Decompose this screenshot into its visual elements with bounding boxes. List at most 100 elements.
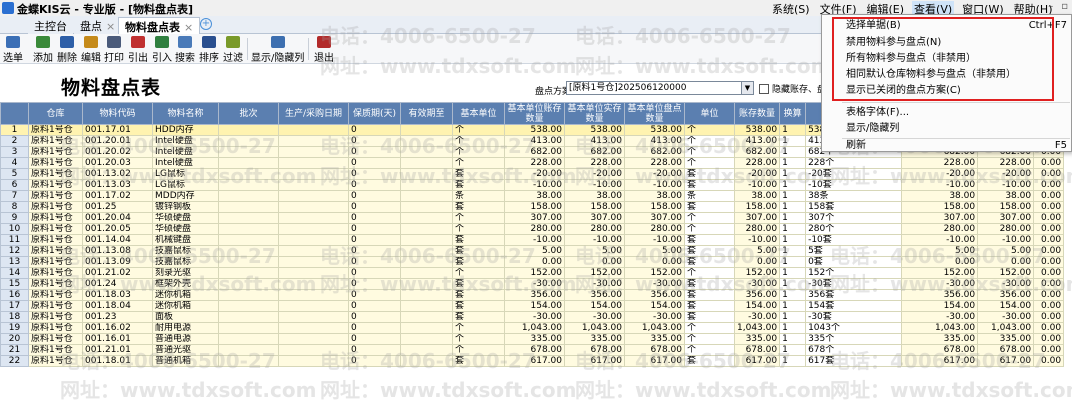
row-number[interactable]: 17 — [0, 300, 29, 312]
row-number[interactable]: 5 — [0, 168, 29, 180]
row-number[interactable]: 13 — [0, 256, 29, 268]
row-number[interactable]: 10 — [0, 223, 29, 235]
row-number[interactable]: 19 — [0, 322, 29, 334]
column-header[interactable]: 基本单位账存数量 — [504, 102, 565, 125]
import-button[interactable]: 引入 — [152, 36, 172, 64]
row-number[interactable]: 21 — [0, 344, 29, 356]
row-number[interactable]: 7 — [0, 190, 29, 202]
table-row[interactable]: 6 原料1号仓 001.13.03 LG鼠标 0 套 -10.00 -10.00 -10.00 套… — [0, 179, 1065, 191]
menu-item-refresh[interactable]: 刷新 F5 — [822, 138, 1071, 153]
close-icon[interactable]: × — [184, 21, 193, 34]
column-header[interactable]: 换算 — [779, 102, 807, 125]
table-row[interactable]: 13 原料1号仓 001.13.09 技嘉鼠标 0 套 0.00 0.00 0.00 套 0.00 1… — [0, 256, 1065, 268]
row-number[interactable]: 3 — [0, 146, 29, 158]
table-cell: 538.00 — [624, 124, 685, 136]
table-row[interactable]: 21 原料1号仓 001.21.01 普通光驱 0 个 678.00 678.00 678.00… — [0, 344, 1065, 356]
table-cell: 个 — [684, 267, 735, 279]
row-number[interactable]: 2 — [0, 135, 29, 147]
checkbox-box[interactable] — [759, 83, 769, 94]
table-cell: 001.17.01 — [82, 124, 153, 136]
table-row[interactable]: 4 原料1号仓 001.20.03 Intel硬盘 0 个 228.00 228.00 228.… — [0, 157, 1065, 169]
table-cell: 152.00 — [504, 267, 565, 279]
show-hide-columns-button[interactable]: 显示/隐藏列 — [251, 36, 304, 64]
table-row[interactable]: 8 原料1号仓 001.25 镀锌钢板 0 套 158.00 158.00 158.00 套 158… — [0, 201, 1065, 213]
row-number[interactable]: 6 — [0, 179, 29, 191]
table-cell: 682.00 — [624, 146, 685, 158]
table-cell — [400, 223, 453, 235]
print-button[interactable]: 打印 — [104, 36, 124, 64]
table-row[interactable]: 15 原料1号仓 001.24 框架外壳 0 套 -30.00 -30.00 -30.00 套 -3… — [0, 278, 1065, 290]
add-button[interactable]: 添加 — [33, 36, 53, 64]
table-row[interactable]: 11 原料1号仓 001.14.04 机械键盘 0 套 -10.00 -10.00 -10.00… — [0, 234, 1065, 246]
tab-main-console[interactable]: 主控台 — [28, 17, 73, 34]
table-row[interactable]: 12 原料1号仓 001.13.08 技嘉鼠标 0 套 5.00 5.00 5.00 套 5.00 1… — [0, 245, 1065, 257]
search-button[interactable]: 搜索 — [175, 36, 195, 64]
table-row[interactable]: 16 原料1号仓 001.18.03 迷你机箱 0 套 356.00 356.00 356.00… — [0, 289, 1065, 301]
column-header[interactable]: 仓库 — [28, 102, 83, 125]
column-header[interactable]: 基本单位盘点数量 — [624, 102, 685, 125]
table-cell: HDD内存 — [152, 124, 219, 136]
row-number[interactable]: 20 — [0, 333, 29, 345]
restore-icon[interactable]: ▫ — [1061, 1, 1068, 12]
row-number[interactable]: 9 — [0, 212, 29, 224]
tab-material-stocktake[interactable]: 物料盘点表 × — [118, 17, 201, 34]
table-row[interactable]: 19 原料1号仓 001.16.02 耐用电源 0 个 1,043.00 1,043.00 1,… — [0, 322, 1065, 334]
filter-button[interactable]: 过滤 — [223, 36, 243, 64]
table-cell: 001.13.02 — [82, 168, 153, 180]
table-row[interactable]: 14 原料1号仓 001.21.02 刻录光驱 0 个 152.00 152.00 152.00… — [0, 267, 1065, 279]
table-row[interactable]: 18 原料1号仓 001.23 面板 0 套 -30.00 -30.00 -30.00 套 -30.… — [0, 311, 1065, 323]
column-header[interactable]: 生产/采购日期 — [278, 102, 349, 125]
plan-select[interactable]: [原料1号仓]202506120000 ▼ — [566, 81, 754, 95]
row-number[interactable]: 16 — [0, 289, 29, 301]
chevron-down-icon[interactable]: ▼ — [741, 82, 753, 94]
table-row[interactable]: 17 原料1号仓 001.18.04 迷你机箱 0 套 154.00 154.00 154.00… — [0, 300, 1065, 312]
column-header[interactable]: 有效期至 — [400, 102, 453, 125]
menu-item-table-font[interactable]: 表格字体(F)... — [822, 105, 1071, 120]
table-cell: 307个 — [805, 212, 903, 224]
column-header[interactable]: 物料名称 — [152, 102, 219, 125]
tab-stocktake[interactable]: 盘点 × — [74, 17, 122, 34]
table-row[interactable]: 20 原料1号仓 001.16.01 普通电源 0 个 335.00 335.00 335.00… — [0, 333, 1065, 345]
table-cell — [218, 168, 279, 180]
table-cell: 原料1号仓 — [28, 234, 83, 246]
column-header[interactable]: 单位 — [684, 102, 735, 125]
column-header[interactable]: 基本单位 — [452, 102, 505, 125]
add-tab-icon[interactable]: + — [200, 18, 212, 30]
column-header[interactable]: 物料代码 — [82, 102, 153, 125]
exit-button[interactable]: 退出 — [314, 36, 334, 64]
row-number[interactable]: 22 — [0, 355, 29, 367]
sort-button[interactable]: 排序 — [199, 36, 219, 64]
select-bill-button[interactable]: 选单 — [3, 36, 23, 64]
close-icon[interactable]: × — [106, 20, 115, 33]
export-button[interactable]: 引出 — [128, 36, 148, 64]
column-header[interactable] — [0, 102, 29, 125]
table-cell: 套 — [452, 355, 505, 367]
table-row[interactable]: 10 原料1号仓 001.20.05 华硕硬盘 0 个 280.00 280.00 280.00… — [0, 223, 1065, 235]
column-header[interactable]: 批次 — [218, 102, 279, 125]
row-number[interactable]: 11 — [0, 234, 29, 246]
column-header[interactable]: 基本单位实存数量 — [564, 102, 625, 125]
delete-button[interactable]: 删除 — [57, 36, 77, 64]
row-number[interactable]: 1 — [0, 124, 29, 136]
table-row[interactable]: 22 原料1号仓 001.18.01 普通机箱 0 套 617.00 617.00 617.00… — [0, 355, 1065, 367]
row-number[interactable]: 8 — [0, 201, 29, 213]
table-row[interactable]: 5 原料1号仓 001.13.02 LG鼠标 0 套 -20.00 -20.00 -20.00 套… — [0, 168, 1065, 180]
table-row[interactable]: 7 原料1号仓 001.17.02 MDD内存 0 条 38.00 38.00 38.00 条 38… — [0, 190, 1065, 202]
row-number[interactable]: 15 — [0, 278, 29, 290]
row-number[interactable]: 4 — [0, 157, 29, 169]
column-header[interactable]: 保质期(天) — [348, 102, 401, 125]
table-cell: 617.00 — [564, 355, 625, 367]
minimize-icon[interactable]: – — [1048, 1, 1053, 12]
table-cell: -10.00 — [901, 179, 979, 191]
table-row[interactable]: 9 原料1号仓 001.20.04 华硕硬盘 0 个 307.00 307.00 307.00 个… — [0, 212, 1065, 224]
table-cell: 1 — [779, 344, 807, 356]
menu-item-show-hide-columns[interactable]: 显示/隐藏列 — [822, 121, 1071, 136]
menu-system[interactable]: 系统(S) — [770, 1, 812, 17]
edit-button[interactable]: 编辑 — [81, 36, 101, 64]
row-number[interactable]: 12 — [0, 245, 29, 257]
hide-book-stock-checkbox[interactable]: 隐藏账存、盘 — [759, 82, 826, 95]
row-number[interactable]: 14 — [0, 267, 29, 279]
row-number[interactable]: 18 — [0, 311, 29, 323]
column-header[interactable]: 账存数量 — [733, 102, 781, 125]
table-cell: 682.00 — [733, 146, 781, 158]
